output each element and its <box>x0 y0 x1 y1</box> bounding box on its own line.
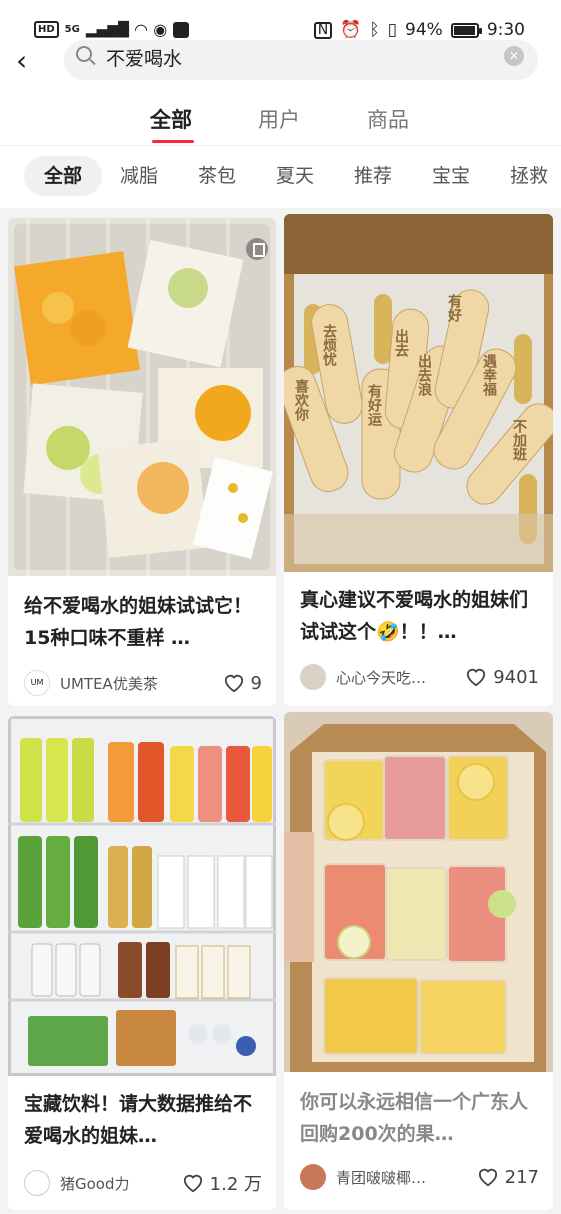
tab-all[interactable]: 全部 <box>150 104 192 134</box>
bluetooth-icon: ᛒ <box>369 20 380 40</box>
like-count: 9401 <box>493 666 539 688</box>
nfc-icon: N <box>313 21 333 39</box>
heart-icon <box>467 668 486 687</box>
svg-text:有好: 有好 <box>446 293 463 323</box>
post-author[interactable]: 心心今天吃… <box>336 667 465 688</box>
svg-text:不加班: 不加班 <box>511 419 528 462</box>
filter-chip[interactable]: 拯救 <box>510 156 548 196</box>
back-arrow-icon[interactable]: ‹ <box>16 46 27 76</box>
post-footer: 猪Good力 1.2 万 <box>24 1168 262 1198</box>
battery-percent: 94% <box>405 20 443 40</box>
tab-users[interactable]: 用户 <box>258 104 300 134</box>
post-title[interactable]: 给不爱喝水的姐妹试试它！15种口味不重样 … <box>24 590 264 654</box>
battery-level <box>453 25 475 35</box>
tea-sticks-photo: 喜欢你 去烦忧 有好运 出去 出去浪 有好 遇幸福 不加班 <box>284 214 553 572</box>
like-button[interactable]: 217 <box>477 1167 539 1188</box>
hd-badge: HD <box>34 21 59 38</box>
post-card[interactable]: 喜欢你 去烦忧 有好运 出去 出去浪 有好 遇幸福 不加班 真心建议不爱喝水的姐… <box>284 214 553 706</box>
post-footer: 青团啵啵椰… 217 <box>300 1162 539 1192</box>
result-tabs: 全部 用户 商品 <box>0 88 561 146</box>
filter-chip[interactable]: 茶包 <box>198 156 236 196</box>
active-tab-indicator <box>152 140 194 143</box>
app-notification-icon <box>173 21 190 38</box>
svg-text:喜欢你: 喜欢你 <box>293 378 310 422</box>
svg-text:出去: 出去 <box>393 328 409 358</box>
post-card[interactable]: 你可以永远相信一个广东人回购200次的果… 青团啵啵椰… 217 <box>284 712 553 1210</box>
svg-text:遇幸福: 遇幸福 <box>481 353 498 397</box>
post-author[interactable]: 青团啵啵椰… <box>336 1167 477 1188</box>
like-count: 1.2 万 <box>209 1174 262 1195</box>
post-cover-image[interactable] <box>284 712 553 1072</box>
svg-text:有好运: 有好运 <box>366 383 383 427</box>
tab-products[interactable]: 商品 <box>367 104 409 134</box>
filter-chip[interactable]: 宝宝 <box>432 156 470 196</box>
fruit-tea-cubes-photo <box>284 712 553 1072</box>
avatar[interactable] <box>300 1164 326 1190</box>
battery-icon <box>450 22 482 38</box>
status-left: HD 5G ▂▄▆█ ◠ ◉ <box>34 20 190 39</box>
filter-chip[interactable]: 推荐 <box>354 156 392 196</box>
post-author[interactable]: 猪Good力 <box>60 1173 182 1194</box>
search-query: 不爱喝水 <box>106 48 183 70</box>
vibrate-icon: ▯ <box>387 20 398 40</box>
post-cover-image[interactable] <box>8 716 276 1076</box>
post-title[interactable]: 宝藏饮料！请大数据推给不爱喝水的姐妹… <box>24 1088 264 1152</box>
like-button[interactable]: 9 <box>223 673 262 694</box>
fridge-drinks-photo <box>8 716 276 1076</box>
search-input[interactable]: 不爱喝水 ✕ <box>64 40 538 80</box>
clock: 9:30 <box>486 20 525 40</box>
post-footer: UM UMTEA优美茶 9 <box>24 668 262 698</box>
clear-icon[interactable]: ✕ <box>504 46 524 66</box>
heart-icon <box>224 674 243 693</box>
avatar[interactable]: UM <box>24 670 50 696</box>
svg-text:出去浪: 出去浪 <box>416 353 432 397</box>
search-icon <box>76 46 92 62</box>
filter-chip[interactable]: 减脂 <box>120 156 158 196</box>
svg-text:去烦忧: 去烦忧 <box>321 323 337 367</box>
post-title[interactable]: 真心建议不爱喝水的姐妹们试试这个🤣！！… <box>300 584 541 648</box>
eye-icon: ◉ <box>153 20 168 39</box>
post-card[interactable]: 宝藏饮料！请大数据推给不爱喝水的姐妹… 猪Good力 1.2 万 <box>8 716 276 1210</box>
heart-icon <box>478 1168 497 1187</box>
post-author[interactable]: UMTEA优美茶 <box>60 673 223 694</box>
post-title[interactable]: 你可以永远相信一个广东人回购200次的果… <box>300 1086 541 1150</box>
like-button[interactable]: 9401 <box>465 667 539 688</box>
post-cover-image[interactable]: 喜欢你 去烦忧 有好运 出去 出去浪 有好 遇幸福 不加班 <box>284 214 553 572</box>
bookmark-icon[interactable] <box>246 238 268 260</box>
like-button[interactable]: 1.2 万 <box>182 1170 262 1196</box>
post-card[interactable]: 给不爱喝水的姐妹试试它！15种口味不重样 … UM UMTEA优美茶 9 <box>8 218 276 706</box>
avatar[interactable] <box>24 1170 50 1196</box>
search-bar-row: ‹ 不爱喝水 ✕ <box>0 40 561 88</box>
heart-icon <box>183 1174 202 1193</box>
signal-icon: ▂▄▆█ <box>85 21 129 38</box>
wifi-icon: ◠ <box>134 20 148 39</box>
alarm-icon: ⏰ <box>340 20 362 40</box>
filter-chip[interactable]: 夏天 <box>276 156 314 196</box>
status-right: N ⏰ ᛒ ▯ 94% 9:30 <box>313 20 525 40</box>
like-count: 217 <box>504 1166 539 1188</box>
like-count: 9 <box>250 672 262 694</box>
filter-chip-all[interactable]: 全部 <box>24 156 103 196</box>
network-label: 5G <box>64 24 80 35</box>
tea-bags-photo <box>8 218 276 576</box>
post-footer: 心心今天吃… 9401 <box>300 662 539 692</box>
filter-chips: 全部 减脂 茶包 夏天 推荐 宝宝 拯救 <box>0 146 561 208</box>
avatar[interactable] <box>300 664 326 690</box>
post-cover-image[interactable] <box>8 218 276 576</box>
